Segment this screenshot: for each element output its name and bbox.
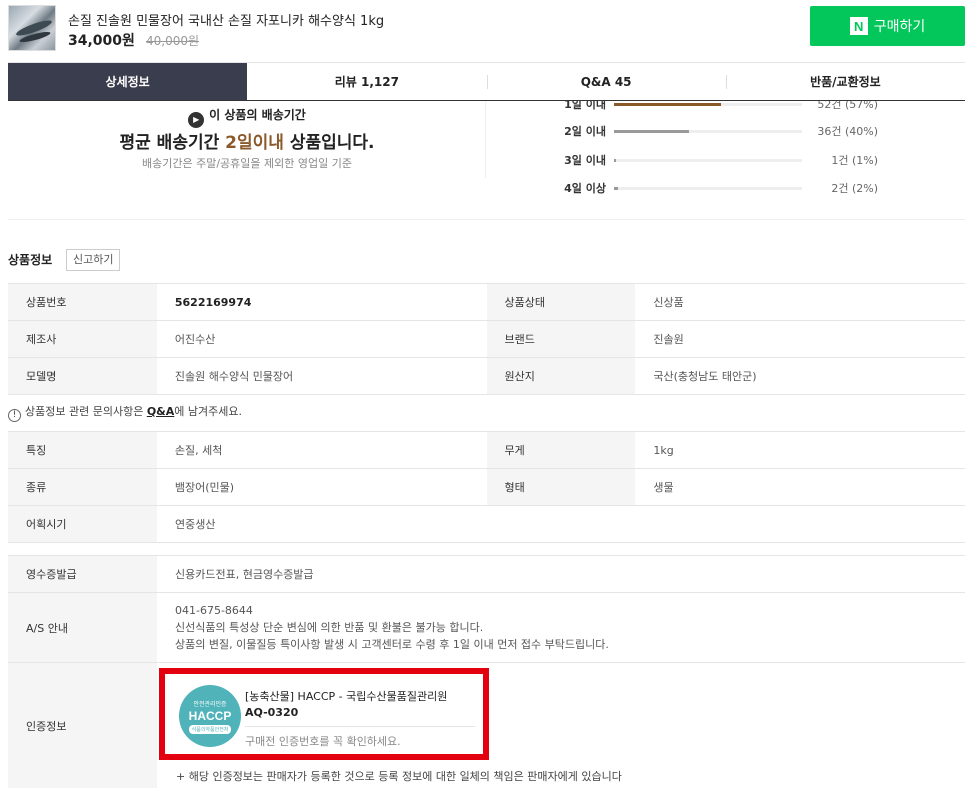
table-row: 특징 손질, 세척 무게 1kg <box>8 432 965 469</box>
tab-bar: 상세정보 리뷰 1,127 Q&A 45 반품/교환정보 <box>8 62 965 101</box>
delivery-heading: ▶ 이 상품의 배송기간 <box>8 106 486 128</box>
table-row: 제조사 어진수산 브랜드 진솔원 <box>8 321 965 358</box>
tab-details[interactable]: 상세정보 <box>8 63 248 100</box>
report-button[interactable]: 신고하기 <box>66 249 121 271</box>
sticky-product-header: 손질 진솔원 민물장어 국내산 손질 자포니카 해수양식 1kg 34,000원… <box>0 0 966 101</box>
buy-button[interactable]: N 구매하기 <box>810 6 965 46</box>
product-thumbnail[interactable] <box>8 5 56 51</box>
delivery-dist-bar <box>614 187 618 190</box>
delivery-dist-row: 2일 이내 36건 (40%) <box>564 125 878 138</box>
product-info-title: 상품정보 <box>8 253 53 267</box>
qna-link[interactable]: Q&A <box>147 405 174 418</box>
delivery-dist-bar <box>614 159 616 162</box>
info-icon: ! <box>8 408 21 422</box>
tab-qna[interactable]: Q&A 45 <box>486 63 726 100</box>
as-guide: 041-675-8644 신선식품의 특성상 단순 변심에 의한 반품 및 환불… <box>175 604 609 651</box>
certification-box: 안전관리인증 HACCP 식품의약품안전처 [농축산물] HACCP - 국립수… <box>159 668 489 760</box>
truck-icon: ▶ <box>188 112 205 128</box>
cert-footnote: + 해당 인증정보는 판매자가 등록한 것으로 등록 정보에 대한 일체의 책임… <box>176 770 622 783</box>
table-row: 영수증발급 신용카드전표, 현금영수증발급 <box>8 556 965 593</box>
delivery-note: 배송기간은 주말/공휴일을 제외한 영업일 기준 <box>142 157 352 170</box>
table-row: A/S 안내 041-675-8644 신선식품의 특성상 단순 변심에 의한 … <box>8 593 965 663</box>
price-row: 34,000원 40,000원 <box>68 30 199 50</box>
delivery-summary: ▶ 이 상품의 배송기간 평균 배송기간 2일이내 상품입니다. 배송기간은 주말… <box>8 100 486 178</box>
table-row: 상품번호 5622169974 상품상태 신상품 <box>8 284 965 321</box>
table-row: 모델명 진솔원 해수양식 민물장어 원산지 국산(충청남도 태안군) <box>8 358 965 395</box>
as-phone: 041-675-8644 <box>175 604 253 617</box>
delivery-dist-row: 1일 이내 52건 (57%) <box>564 100 878 111</box>
buy-button-label: 구매하기 <box>873 19 926 35</box>
tab-reviews[interactable]: 리뷰 1,127 <box>247 63 486 100</box>
table-row: 어획시기 연중생산 <box>8 506 965 543</box>
delivery-dist-bar <box>614 130 690 133</box>
delivery-dist-bar <box>614 103 722 106</box>
delivery-dist-row: 3일 이내 1건 (1%) <box>564 154 878 167</box>
inquiry-note: ! 상품정보 관련 문의사항은 Q&A에 남겨주세요. <box>8 403 242 422</box>
delivery-highlight: 2일이내 <box>225 133 284 153</box>
service-table: 영수증발급 신용카드전표, 현금영수증발급 A/S 안내 041-675-864… <box>8 555 965 788</box>
cert-number: AQ-0320 <box>245 706 299 719</box>
haccp-logo: 안전관리인증 HACCP 식품의약품안전처 <box>179 685 241 747</box>
delivery-section: ▶ 이 상품의 배송기간 평균 배송기간 2일이내 상품입니다. 배송기간은 주말… <box>8 100 965 220</box>
table-row: 종류 뱀장어(민물) 형태 생물 <box>8 469 965 506</box>
product-title: 손질 진솔원 민물장어 국내산 손질 자포니카 해수양식 1kg <box>68 14 385 29</box>
cert-organization: [농축산물] HACCP - 국립수산물품질관리원 <box>245 690 448 703</box>
delivery-average: 평균 배송기간 2일이내 상품입니다. <box>119 133 375 153</box>
cert-hint: 구매전 인증번호를 꼭 확인하세요. <box>245 735 401 748</box>
original-price: 40,000원 <box>146 34 200 48</box>
basic-info-table: 상품번호 5622169974 상품상태 신상품 제조사 어진수산 브랜드 진솔… <box>8 283 965 395</box>
naver-pay-icon: N <box>849 17 868 35</box>
tab-return-exchange[interactable]: 반품/교환정보 <box>725 63 965 100</box>
delivery-dist-row: 4일 이상 2건 (2%) <box>564 182 878 195</box>
sale-price: 34,000원 <box>68 33 135 49</box>
attribute-table: 특징 손질, 세척 무게 1kg 종류 뱀장어(민물) 형태 생물 어획시기 연… <box>8 431 965 543</box>
